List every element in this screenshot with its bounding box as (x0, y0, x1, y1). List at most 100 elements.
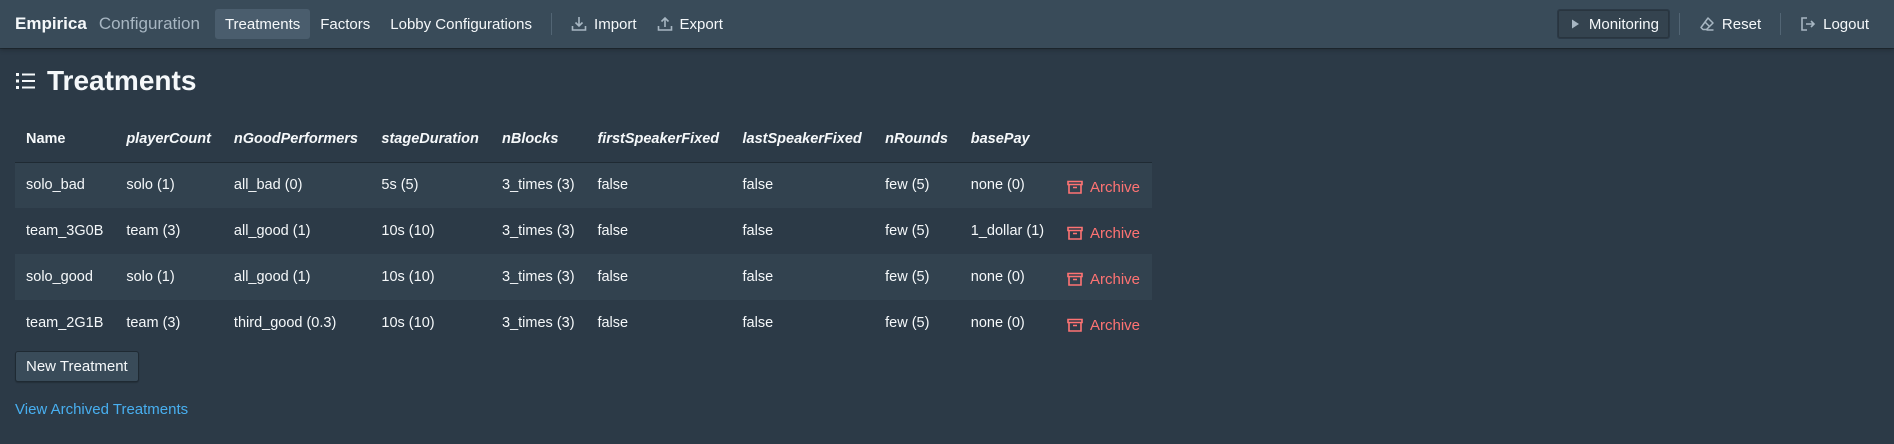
archive-label: Archive (1089, 224, 1141, 242)
page-title-text: Treatments (47, 65, 197, 96)
table-cell: team_2G1B (15, 300, 116, 346)
eraser-icon (1699, 16, 1715, 32)
table-cell: 10s (10) (370, 300, 492, 346)
column-header-actions (1055, 116, 1152, 163)
table-cell: all_bad (0) (222, 162, 371, 208)
archive-button[interactable]: Archive (1067, 271, 1141, 288)
export-label: Export (679, 15, 723, 33)
column-header: stageDuration (370, 116, 492, 163)
archive-icon (1067, 179, 1083, 195)
export-icon (657, 16, 673, 32)
table-header-row: Name playerCount nGoodPerformers stageDu… (15, 116, 1152, 163)
table-cell: 10s (10) (370, 254, 492, 300)
table-cell: few (5) (874, 208, 960, 254)
table-cell-action: Archive (1055, 254, 1152, 300)
column-header: Name (15, 116, 116, 163)
table-cell: solo_bad (15, 162, 116, 208)
tab-factors[interactable]: Factors (310, 9, 380, 39)
table-cell: team (3) (115, 300, 223, 346)
archive-label: Archive (1089, 270, 1141, 288)
navbar: Empirica Configuration Treatments Factor… (0, 0, 1894, 48)
table-cell-action: Archive (1055, 162, 1152, 208)
view-archived-treatments-link[interactable]: View Archived Treatments (15, 401, 188, 418)
table-cell: false (586, 300, 732, 346)
table-cell: false (731, 162, 875, 208)
table-cell: false (586, 254, 732, 300)
column-header: nBlocks (491, 116, 587, 163)
archive-label: Archive (1089, 178, 1141, 196)
archive-button[interactable]: Archive (1067, 225, 1141, 242)
table-cell: 3_times (3) (491, 208, 587, 254)
table-cell-action: Archive (1055, 208, 1152, 254)
table-cell: few (5) (874, 300, 960, 346)
column-header: nRounds (874, 116, 960, 163)
monitoring-button[interactable]: Monitoring (1556, 9, 1670, 39)
navbar-right: Monitoring Reset Logout (1556, 9, 1879, 39)
table-row: team_2G1B team (3) third_good (0.3) 10s … (15, 300, 1152, 346)
table-cell: solo_good (15, 254, 116, 300)
tab-lobby-configurations-label: Lobby Configurations (390, 15, 533, 33)
page-title: Treatments (15, 64, 1875, 98)
table-cell: false (586, 208, 732, 254)
logout-label: Logout (1823, 15, 1869, 33)
monitoring-label: Monitoring (1588, 15, 1659, 33)
archive-button[interactable]: Archive (1067, 179, 1141, 196)
treatments-table: Name playerCount nGoodPerformers stageDu… (15, 116, 1152, 346)
table-cell: none (0) (959, 254, 1056, 300)
import-button[interactable]: Import (561, 9, 647, 39)
table-cell: all_good (1) (222, 208, 371, 254)
table-cell: few (5) (874, 254, 960, 300)
table-cell: few (5) (874, 162, 960, 208)
table-cell: none (0) (959, 162, 1056, 208)
table-cell: 1_dollar (1) (959, 208, 1056, 254)
table-cell: 5s (5) (370, 162, 492, 208)
table-cell: 3_times (3) (491, 254, 587, 300)
logout-button[interactable]: Logout (1790, 9, 1879, 39)
table-cell: false (731, 208, 875, 254)
column-header: playerCount (115, 116, 223, 163)
archive-icon (1067, 271, 1083, 287)
main-content: Treatments Name playerCount nGoodPerform… (15, 64, 1875, 418)
archive-icon (1067, 225, 1083, 241)
table-cell: all_good (1) (222, 254, 371, 300)
column-header: firstSpeakerFixed (586, 116, 732, 163)
nav-divider (1780, 13, 1782, 35)
table-row: solo_good solo (1) all_good (1) 10s (10)… (15, 254, 1152, 300)
table-cell: false (731, 300, 875, 346)
table-cell: none (0) (959, 300, 1056, 346)
column-header: nGoodPerformers (222, 116, 371, 163)
table-cell: third_good (0.3) (222, 300, 371, 346)
table-cell: solo (1) (115, 254, 223, 300)
nav-divider (1678, 13, 1680, 35)
new-treatment-button[interactable]: New Treatment (15, 351, 139, 382)
import-label: Import (594, 15, 637, 33)
archive-label: Archive (1089, 316, 1141, 334)
column-header: basePay (959, 116, 1056, 163)
table-cell: 10s (10) (370, 208, 492, 254)
export-button[interactable]: Export (647, 9, 733, 39)
table-row: solo_bad solo (1) all_bad (0) 5s (5) 3_t… (15, 162, 1152, 208)
column-header: lastSpeakerFixed (731, 116, 875, 163)
tab-treatments-label: Treatments (224, 15, 301, 33)
table-cell: solo (1) (115, 162, 223, 208)
table-cell: false (586, 162, 732, 208)
import-icon (571, 16, 587, 32)
archive-button[interactable]: Archive (1067, 317, 1141, 334)
tab-lobby-configurations[interactable]: Lobby Configurations (380, 9, 542, 39)
brand-subtitle: Configuration (98, 14, 200, 33)
tab-factors-label: Factors (320, 15, 371, 33)
table-cell: team_3G0B (15, 208, 116, 254)
play-icon (1568, 17, 1582, 31)
brand-title: Empirica (15, 14, 87, 33)
table-cell: 3_times (3) (491, 300, 587, 346)
table-row: team_3G0B team (3) all_good (1) 10s (10)… (15, 208, 1152, 254)
table-cell: 3_times (3) (491, 162, 587, 208)
table-cell: false (731, 254, 875, 300)
nav-divider (551, 13, 553, 35)
reset-button[interactable]: Reset (1689, 9, 1771, 39)
table-cell: team (3) (115, 208, 223, 254)
archive-icon (1067, 317, 1083, 333)
logout-icon (1800, 16, 1816, 32)
tab-treatments[interactable]: Treatments (214, 9, 311, 39)
table-cell-action: Archive (1055, 300, 1152, 346)
